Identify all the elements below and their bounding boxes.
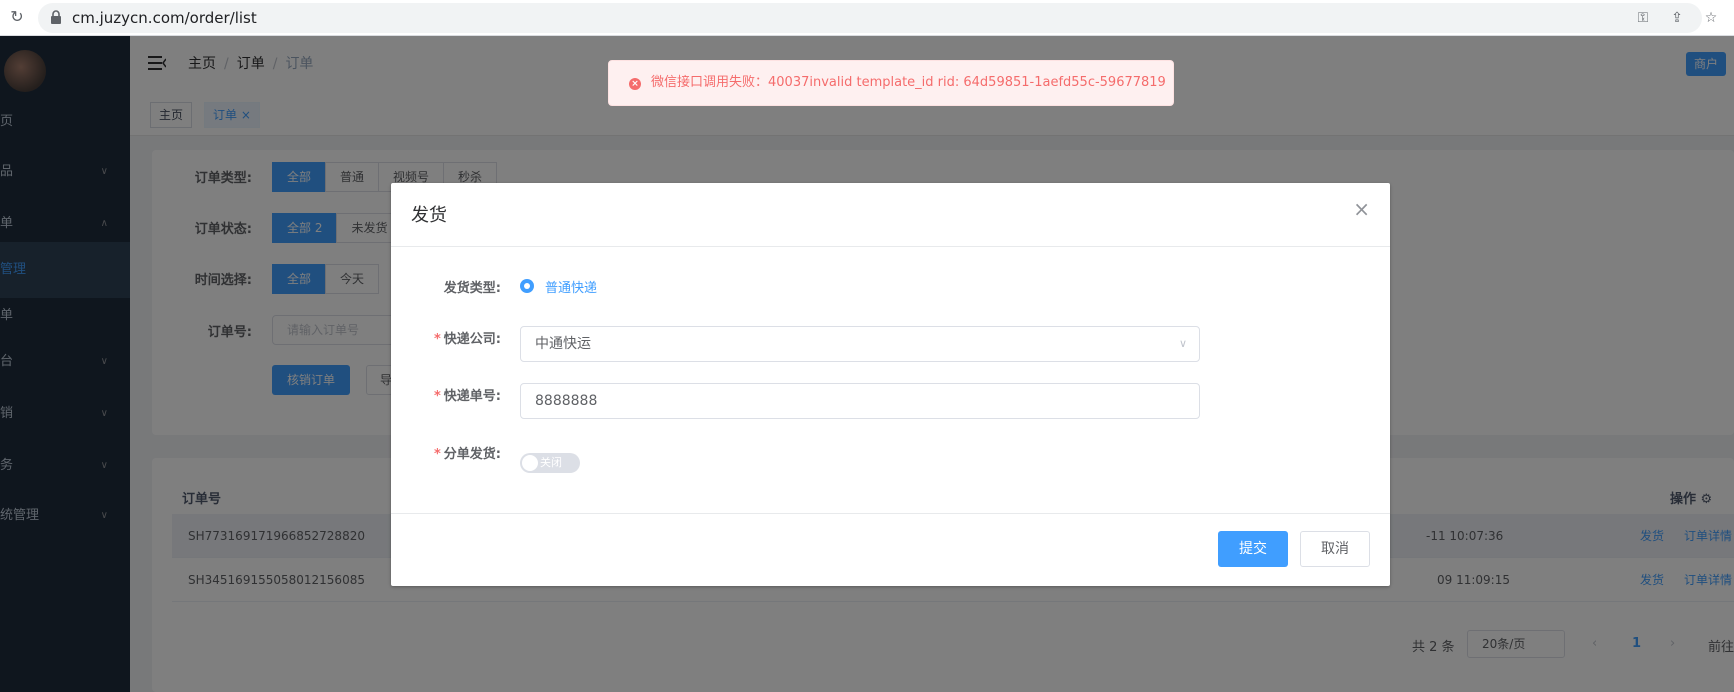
ship-type-option[interactable]: 普通快递	[545, 277, 597, 296]
tracking-number-input[interactable]: 8888888	[520, 383, 1200, 419]
address-bar[interactable]: cm.juzycn.com/order/list	[38, 3, 1702, 33]
error-toast: × 微信接口调用失败：40037invalid template_id rid:…	[608, 60, 1174, 106]
error-circle-icon: ×	[629, 78, 641, 90]
split-shipment-switch[interactable]: 关闭	[520, 453, 580, 473]
dialog-header-divider	[391, 246, 1390, 247]
browser-toolbar: ↻ cm.juzycn.com/order/list ⚿ ⇪ ☆	[0, 0, 1734, 36]
reload-icon[interactable]: ↻	[8, 8, 26, 26]
split-label: * 分单发货:	[433, 447, 501, 462]
company-label: * 快递公司:	[433, 332, 501, 347]
chevron-down-icon: ∨	[1178, 337, 1187, 350]
lock-icon	[51, 10, 61, 24]
tracking-label: * 快递单号:	[433, 389, 501, 404]
company-select[interactable]: 中通快运 ∨	[520, 326, 1200, 362]
key-icon[interactable]: ⚿	[1634, 10, 1652, 26]
submit-button[interactable]: 提交	[1218, 531, 1288, 567]
dialog-footer-divider	[391, 513, 1390, 514]
cancel-button[interactable]: 取消	[1300, 531, 1370, 567]
ship-type-label: 发货类型:	[443, 281, 501, 296]
star-icon[interactable]: ☆	[1702, 10, 1720, 26]
ship-type-radio[interactable]	[520, 279, 534, 293]
ship-dialog: 发货 × 发货类型: 普通快递 * 快递公司: 中通快运 ∨ * 快递单号: 888…	[391, 183, 1390, 586]
dialog-title: 发货	[411, 205, 447, 226]
error-message: 微信接口调用失败：40037invalid template_id rid: 6…	[651, 75, 1166, 90]
close-icon[interactable]: ×	[1353, 199, 1370, 219]
switch-knob	[522, 455, 538, 471]
url-text: cm.juzycn.com/order/list	[72, 9, 257, 27]
share-icon[interactable]: ⇪	[1668, 10, 1686, 26]
switch-text: 关闭	[540, 456, 562, 469]
